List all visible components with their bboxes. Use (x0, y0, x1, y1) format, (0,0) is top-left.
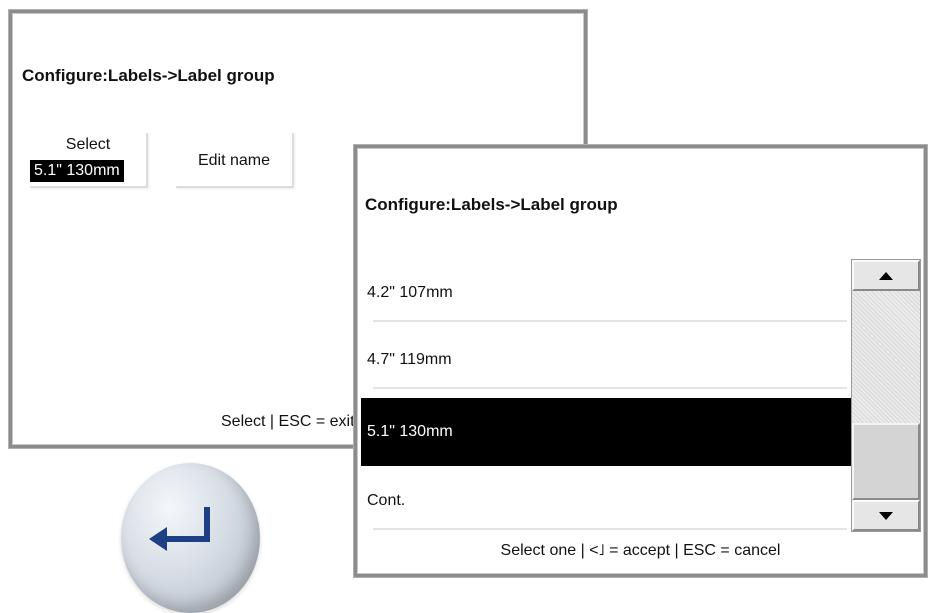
edit-name-softkey[interactable]: Edit name (176, 133, 294, 188)
scrollbar[interactable] (851, 259, 921, 532)
down-arrow-icon (879, 511, 893, 520)
list-item[interactable]: 4.2" 107mm (361, 262, 851, 324)
list-item[interactable]: Cont. (361, 470, 851, 532)
list-item-selected[interactable]: 5.1" 130mm (361, 398, 851, 466)
selected-label-value: 5.1" 130mm (30, 160, 124, 182)
scroll-up-button[interactable] (852, 260, 920, 291)
scrollbar-thumb[interactable] (852, 423, 920, 500)
enter-key-button[interactable] (121, 463, 260, 613)
scroll-down-button[interactable] (852, 500, 920, 531)
enter-arrow-icon (149, 507, 210, 551)
status-hint: Select | ESC = exit (221, 413, 355, 430)
status-hint: Select one | <˩ = accept | ESC = cancel (500, 542, 781, 559)
list-item[interactable]: 4.7" 119mm (361, 329, 851, 391)
front-screen: Configure:Labels->Label group 4.2" 107mm… (354, 145, 927, 577)
select-softkey[interactable]: Select 5.1" 130mm (30, 133, 148, 188)
screen-title: Configure:Labels->Label group (365, 195, 618, 214)
screen-title: Configure:Labels->Label group (22, 66, 275, 85)
edit-name-caption: Edit name (197, 152, 271, 169)
up-arrow-icon (879, 271, 893, 280)
select-softkey-caption: Select (65, 136, 111, 153)
